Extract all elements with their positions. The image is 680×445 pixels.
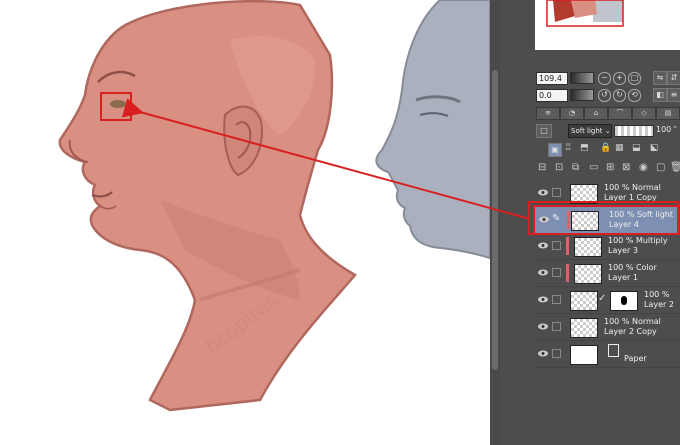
opacity-stepper-icon[interactable]: ⌃ xyxy=(672,125,678,133)
annotation-arrow xyxy=(121,98,679,235)
layer-highlight-box xyxy=(528,201,679,235)
